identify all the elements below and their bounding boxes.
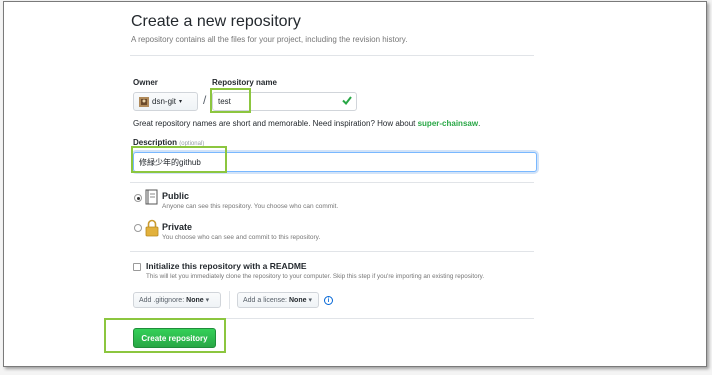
- gitignore-prefix: Add .gitignore:: [139, 296, 185, 304]
- init-readme-title: Initialize this repository with a README: [146, 261, 307, 271]
- gitignore-dropdown[interactable]: Add .gitignore: None ▾: [133, 292, 221, 308]
- divider: [130, 182, 534, 183]
- divider: [130, 55, 534, 56]
- repo-name-label: Repository name: [212, 78, 277, 87]
- page-subtitle: A repository contains all the files for …: [131, 35, 408, 44]
- highlight-repo-name: [210, 88, 251, 113]
- highlight-create-button: [104, 318, 226, 353]
- name-suggestion-link[interactable]: super-chainsaw: [418, 119, 478, 128]
- public-description: Anyone can see this repository. You choo…: [162, 203, 339, 210]
- license-dropdown[interactable]: Add a license: None ▾: [237, 292, 319, 308]
- check-icon: [342, 96, 352, 105]
- license-prefix: Add a license:: [243, 296, 287, 304]
- chevron-down-icon: ▾: [179, 99, 183, 105]
- lock-icon: [145, 219, 159, 237]
- page-title: Create a new repository: [131, 13, 301, 30]
- info-icon[interactable]: i: [324, 296, 333, 305]
- browser-frame: Create a new repository A repository con…: [3, 1, 707, 367]
- owner-label: Owner: [133, 78, 158, 87]
- repo-book-icon: [145, 189, 158, 205]
- private-radio[interactable]: [134, 224, 142, 232]
- chevron-down-icon: ▾: [308, 297, 312, 304]
- public-radio[interactable]: [134, 194, 142, 202]
- init-readme-description: This will let you immediately clone the …: [146, 273, 485, 280]
- owner-repo-separator: /: [203, 93, 207, 107]
- private-title: Private: [162, 222, 193, 232]
- hint-text: Great repository names are short and mem…: [133, 119, 418, 128]
- chevron-down-icon: ▾: [205, 297, 210, 304]
- divider: [229, 291, 230, 309]
- owner-avatar-icon: [139, 96, 149, 107]
- public-title: Public: [162, 191, 190, 201]
- name-hint: Great repository names are short and mem…: [133, 119, 480, 128]
- owner-name: dsn-git: [152, 97, 177, 106]
- license-value: None: [288, 296, 307, 304]
- highlight-description: [131, 146, 227, 173]
- owner-dropdown[interactable]: dsn-git ▾: [133, 92, 198, 111]
- gitignore-value: None: [186, 296, 204, 304]
- private-description: You choose who can see and commit to thi…: [162, 234, 321, 241]
- hint-end: .: [478, 119, 481, 128]
- init-readme-checkbox[interactable]: [133, 263, 141, 271]
- divider: [130, 251, 534, 252]
